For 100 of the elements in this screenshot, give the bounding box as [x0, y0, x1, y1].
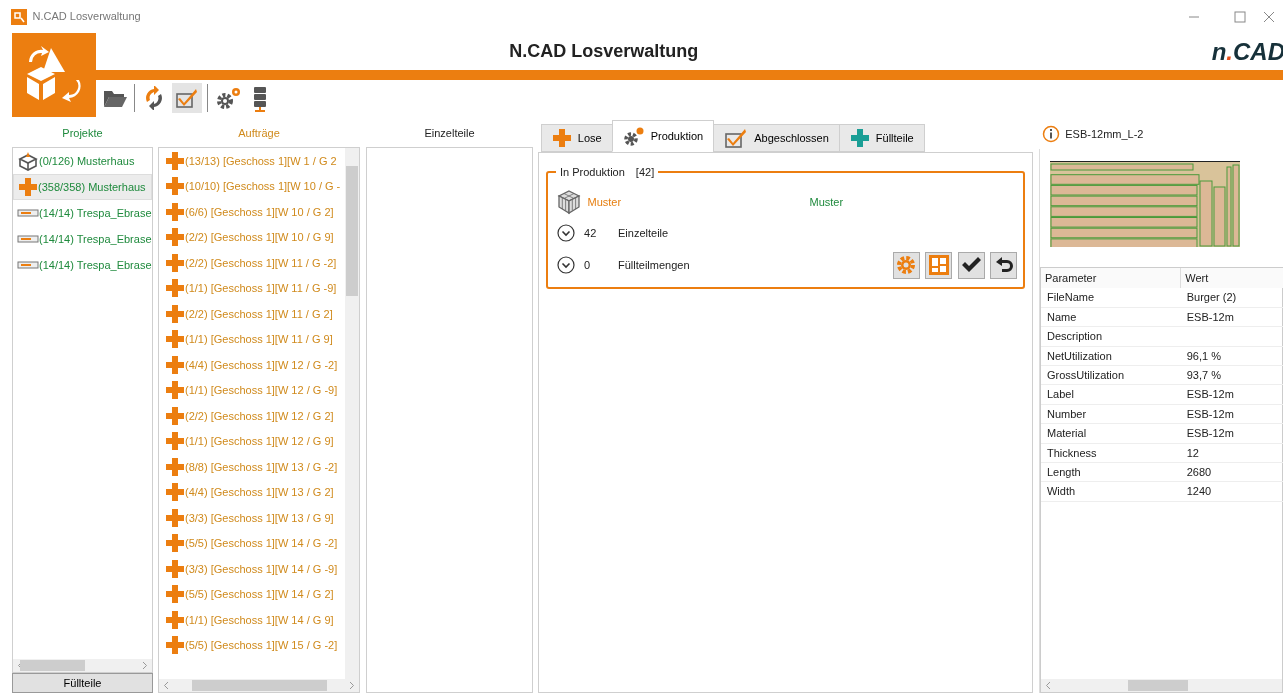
order-item[interactable]: (1/1) [Geschoss 1][W 11 / G 9]: [159, 326, 345, 352]
box-icon: [17, 151, 39, 171]
order-item[interactable]: (4/4) [Geschoss 1][W 12 / G -2]: [159, 352, 345, 378]
vertical-scrollbar[interactable]: [345, 148, 359, 679]
plus-icon: [165, 227, 185, 248]
item-count: 0: [584, 257, 592, 273]
plus-icon: [165, 558, 185, 579]
table-cell: GrossUtilization: [1047, 369, 1124, 381]
table-cell: ESB-12m: [1186, 310, 1234, 323]
plus-icon: [165, 176, 185, 197]
scroll-left-icon[interactable]: [163, 681, 169, 690]
table-cell: Length: [1047, 465, 1081, 478]
table-cell: 1240: [1186, 485, 1212, 498]
column-header[interactable]: Parameter: [1041, 268, 1181, 288]
plus-icon: [165, 252, 185, 273]
item-label: Einzelteile: [618, 225, 669, 241]
order-item[interactable]: (3/3) [Geschoss 1][W 14 / G -9]: [159, 556, 345, 582]
order-item[interactable]: (5/5) [Geschoss 1][W 14 / G -2]: [159, 530, 345, 556]
project-item[interactable]: (0/126) Musterhaus: [13, 148, 152, 174]
order-item[interactable]: (2/2) [Geschoss 1][W 11 / G -2]: [159, 250, 345, 276]
layout-button[interactable]: [925, 251, 953, 279]
item-label: Füllteilmengen: [618, 257, 690, 273]
undo-icon: [994, 256, 1014, 274]
app-title: N.CAD Losverwaltung: [509, 41, 699, 61]
order-item[interactable]: (2/2) [Geschoss 1][W 11 / G 2]: [159, 301, 345, 327]
plus-icon: [165, 329, 185, 350]
window-title: N.CAD Losverwaltung: [32, 9, 141, 25]
table-cell: Description: [1047, 330, 1102, 343]
close-icon: [1263, 10, 1275, 23]
cube-icon: [556, 189, 582, 215]
column-header[interactable]: Wert: [1180, 268, 1283, 288]
order-item[interactable]: (13/13) [Geschoss 1][W 1 / G 2: [159, 148, 345, 174]
order-item[interactable]: (8/8) [Geschoss 1][W 13 / G -2]: [159, 454, 345, 480]
info-icon: [1041, 125, 1060, 143]
plus-icon: [551, 128, 572, 148]
gears-icon: [622, 126, 645, 146]
scroll-right-icon[interactable]: [142, 661, 148, 670]
order-item[interactable]: (4/4) [Geschoss 1][W 13 / G 2]: [159, 479, 345, 505]
strip-icon: [17, 234, 39, 244]
tab[interactable]: Abgeschlossen: [713, 124, 840, 152]
order-item[interactable]: (3/3) [Geschoss 1][W 13 / G 9]: [159, 505, 345, 531]
table-cell: Material: [1047, 427, 1087, 440]
plus-icon: [165, 635, 185, 656]
plus-icon: [165, 201, 185, 222]
horizontal-scrollbar[interactable]: [159, 679, 359, 692]
group-count: [42]: [635, 165, 655, 180]
tab[interactable]: Lose: [540, 124, 613, 152]
scroll-left-icon[interactable]: [1045, 681, 1051, 690]
project-item[interactable]: (358/358) Musterhaus: [13, 174, 152, 200]
order-item[interactable]: (6/6) [Geschoss 1][W 10 / G 2]: [159, 199, 345, 225]
layout-icon: [928, 254, 950, 276]
plus-icon: [18, 177, 38, 197]
order-item[interactable]: (1/1) [Geschoss 1][W 11 / G -9]: [159, 275, 345, 301]
plus-icon: [165, 303, 185, 324]
confirm-button[interactable]: [958, 251, 985, 279]
table-cell: ESB-12m: [1186, 427, 1234, 440]
plus-icon: [849, 128, 870, 148]
settings-button[interactable]: [893, 251, 920, 279]
order-item[interactable]: (1/1) [Geschoss 1][W 12 / G 9]: [159, 428, 345, 454]
plus-icon: [165, 354, 185, 375]
table-cell: Burger (2): [1186, 291, 1237, 304]
check-toolbar-button[interactable]: [172, 82, 202, 113]
plus-icon: [165, 278, 185, 299]
fill-parts-button[interactable]: Füllteile: [12, 673, 153, 693]
plus-icon: [165, 380, 185, 401]
project-item[interactable]: (14/14) Trespa_Ebrase: [13, 200, 152, 226]
order-item[interactable]: (1/1) [Geschoss 1][W 12 / G -9]: [159, 377, 345, 403]
horizontal-scrollbar[interactable]: [13, 659, 152, 672]
plus-icon: [165, 482, 185, 503]
batch-name: Muster: [587, 194, 623, 210]
tab[interactable]: Produktion: [611, 120, 715, 152]
expand-icon: [556, 223, 576, 243]
project-item[interactable]: (14/14) Trespa_Ebrase: [13, 226, 152, 252]
expand-toggle[interactable]: [556, 223, 576, 243]
gear-icon: [895, 254, 918, 276]
table-cell: ESB-12m: [1186, 407, 1234, 420]
order-item[interactable]: (2/2) [Geschoss 1][W 12 / G 2]: [159, 403, 345, 429]
order-item[interactable]: (10/10) [Geschoss 1][W 10 / G -: [159, 173, 345, 199]
scroll-right-icon[interactable]: [349, 681, 355, 690]
table-cell: 12: [1186, 446, 1199, 459]
table-cell: 2680: [1186, 465, 1212, 478]
undo-button[interactable]: [990, 251, 1018, 279]
expand-toggle[interactable]: [556, 255, 576, 275]
tab[interactable]: Füllteile: [838, 124, 925, 152]
strip-icon: [17, 260, 39, 270]
order-item[interactable]: (1/1) [Geschoss 1][W 14 / G 9]: [159, 607, 345, 633]
strip-icon: [17, 208, 39, 218]
plus-icon: [165, 405, 185, 426]
order-item[interactable]: (5/5) [Geschoss 1][W 15 / G -2]: [159, 632, 345, 658]
detail-title: ESB-12mm_L-2: [1065, 126, 1144, 142]
table-cell: Name: [1047, 310, 1077, 323]
horizontal-scrollbar[interactable]: [1041, 679, 1282, 692]
plus-icon: [165, 456, 185, 477]
table-cell: NetUtilization: [1047, 349, 1112, 362]
order-item[interactable]: (5/5) [Geschoss 1][W 14 / G 2]: [159, 581, 345, 607]
item-count: 42: [584, 225, 598, 241]
project-item[interactable]: (14/14) Trespa_Ebrase: [13, 252, 152, 278]
table-cell: Label: [1047, 388, 1074, 401]
table-cell: 96,1 %: [1186, 349, 1221, 362]
order-item[interactable]: (2/2) [Geschoss 1][W 10 / G 9]: [159, 224, 345, 250]
